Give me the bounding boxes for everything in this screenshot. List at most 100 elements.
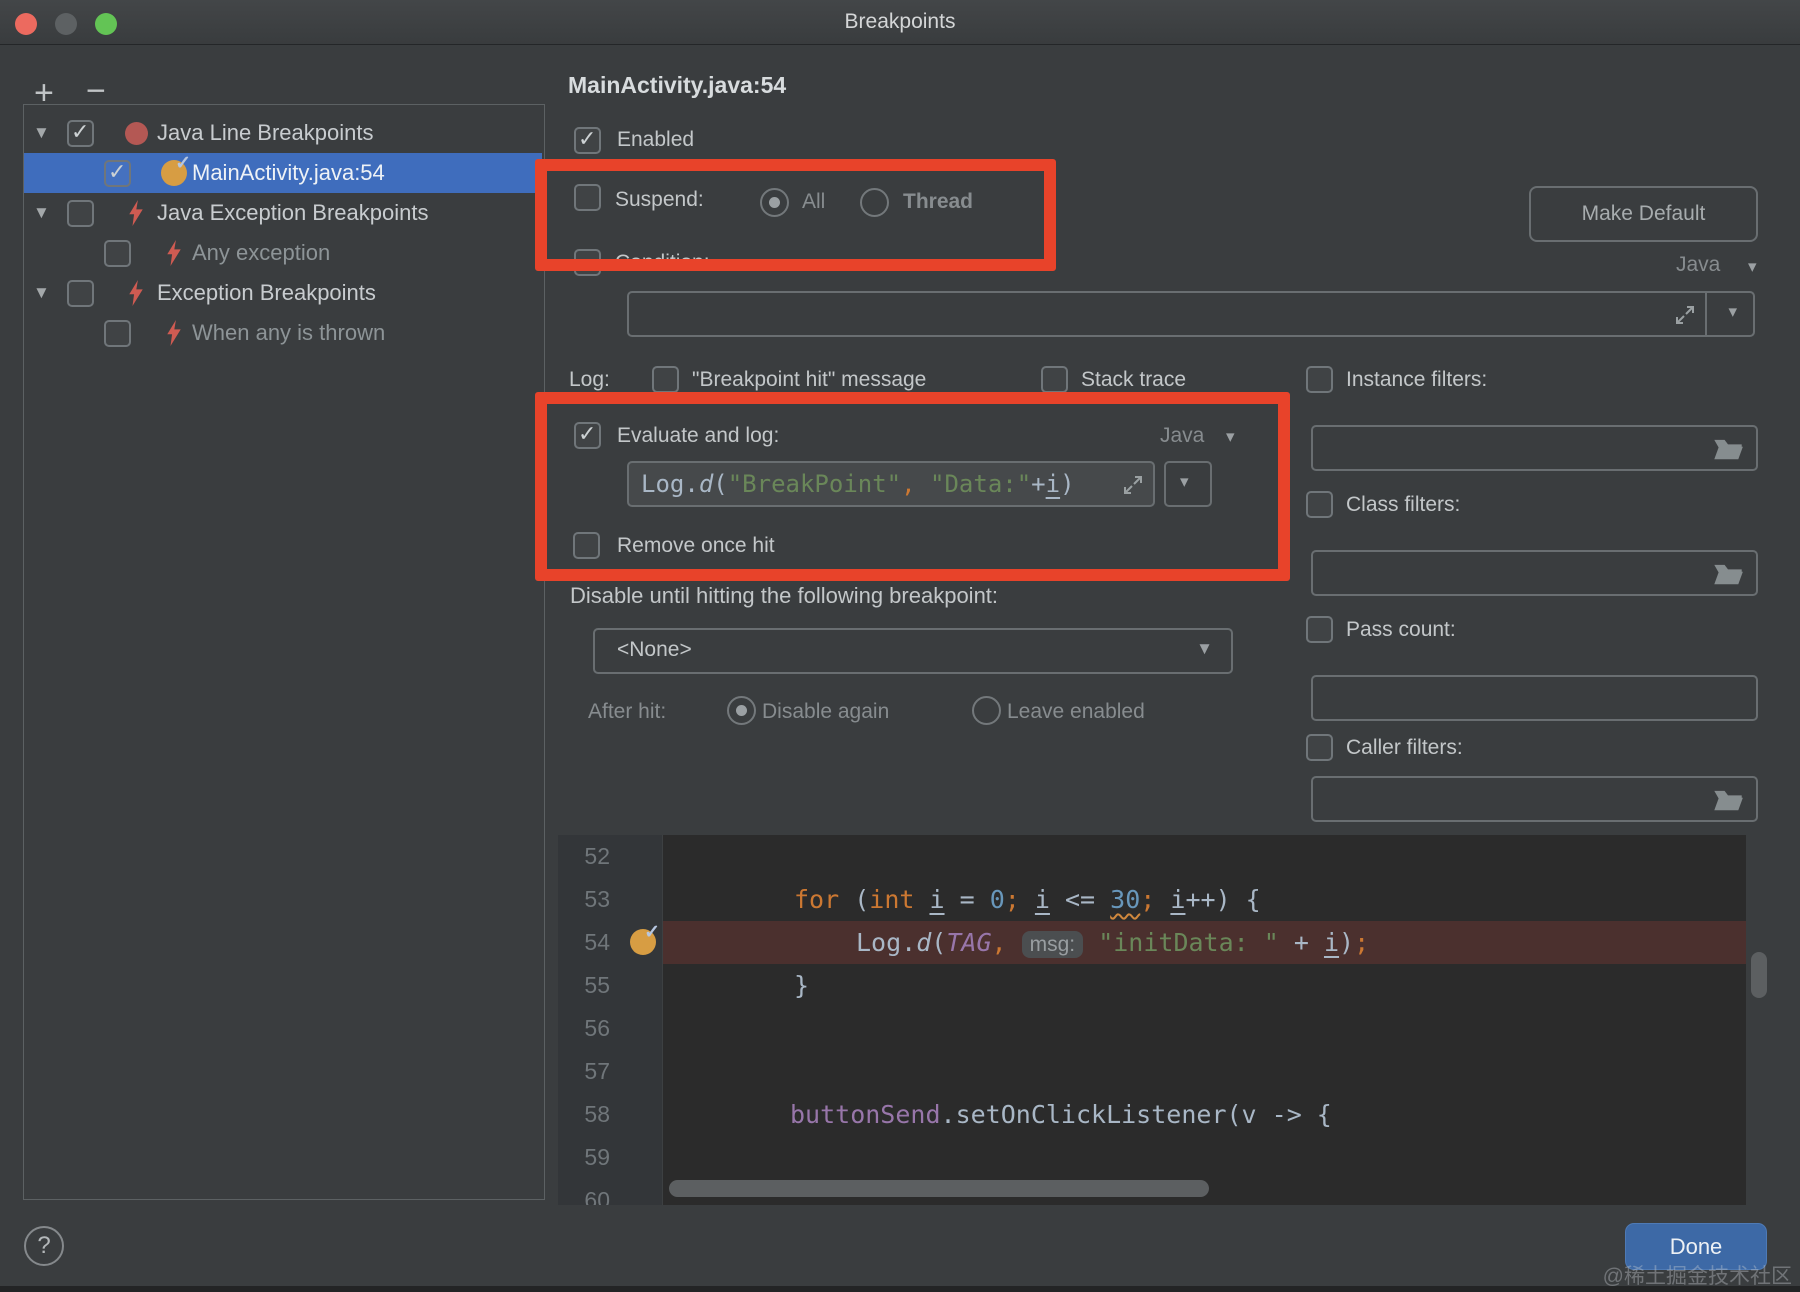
remove-once-hit-checkbox[interactable] bbox=[573, 532, 600, 559]
exception-breakpoint-icon bbox=[166, 320, 182, 346]
condition-input[interactable]: ▾ bbox=[627, 291, 1755, 337]
code-token: ) bbox=[1339, 928, 1354, 957]
code-token: for bbox=[794, 885, 839, 914]
window-bottom-edge bbox=[0, 1286, 1800, 1292]
tree-item-checkbox[interactable] bbox=[67, 200, 94, 227]
line-number: 60 bbox=[566, 1179, 610, 1205]
instance-filters-input[interactable] bbox=[1311, 425, 1758, 471]
evaluate-language-dropdown[interactable]: Java bbox=[1160, 424, 1204, 448]
editor-gutter: 525354555657585960 bbox=[558, 835, 663, 1205]
folder-icon[interactable] bbox=[1712, 435, 1744, 463]
tree-item-checkbox[interactable] bbox=[67, 120, 94, 147]
code-token: i bbox=[1170, 885, 1185, 914]
code-token: int bbox=[869, 885, 914, 914]
suspend-all-radio[interactable] bbox=[760, 188, 789, 217]
expand-editor-icon[interactable] bbox=[1673, 303, 1697, 327]
code-token: . bbox=[901, 928, 916, 957]
leave-enabled-label: Leave enabled bbox=[1007, 700, 1145, 724]
condition-checkbox[interactable] bbox=[574, 249, 601, 276]
tree-item-checkbox[interactable] bbox=[104, 160, 131, 187]
enabled-checkbox[interactable] bbox=[574, 127, 601, 154]
code-token: i bbox=[1046, 470, 1060, 498]
disable-again-radio[interactable] bbox=[727, 696, 756, 725]
stack-trace-checkbox[interactable] bbox=[1041, 366, 1068, 393]
suspend-label: Suspend: bbox=[615, 188, 704, 212]
tree-item-checkbox[interactable] bbox=[104, 320, 131, 347]
suspend-checkbox[interactable] bbox=[574, 184, 601, 211]
folder-icon[interactable] bbox=[1712, 560, 1744, 588]
parameter-hint: msg: bbox=[1022, 931, 1084, 958]
pass-count-label: Pass count: bbox=[1346, 618, 1456, 642]
pass-count-checkbox[interactable] bbox=[1306, 616, 1333, 643]
tree-item-label: Java Exception Breakpoints bbox=[157, 193, 429, 233]
tree-item-mainactivity-java-54[interactable]: MainActivity.java:54 bbox=[24, 153, 542, 193]
field-divider bbox=[1705, 293, 1707, 335]
code-token bbox=[916, 470, 930, 498]
code-token: ( bbox=[931, 928, 946, 957]
remove-breakpoint-button[interactable]: − bbox=[86, 74, 106, 108]
code-token: d bbox=[916, 928, 931, 957]
evaluate-expression-code: Log.d("BreakPoint", "Data:"+i) bbox=[641, 463, 1075, 505]
exception-breakpoint-icon bbox=[128, 200, 144, 226]
code-token: "Data:" bbox=[930, 470, 1031, 498]
stack-trace-label: Stack trace bbox=[1081, 368, 1186, 392]
verified-breakpoint-icon[interactable] bbox=[630, 929, 656, 955]
code-token: <= bbox=[1050, 885, 1110, 914]
tree-item-any-exception[interactable]: Any exception bbox=[24, 233, 542, 273]
instance-filters-checkbox[interactable] bbox=[1306, 366, 1333, 393]
caller-filters-checkbox[interactable] bbox=[1306, 734, 1333, 761]
window-title: Breakpoints bbox=[0, 0, 1800, 44]
class-filters-input[interactable] bbox=[1311, 550, 1758, 596]
evaluate-and-log-checkbox[interactable] bbox=[574, 422, 601, 449]
tree-item-label: Exception Breakpoints bbox=[157, 273, 376, 313]
code-token bbox=[914, 885, 929, 914]
tree-item-label: Java Line Breakpoints bbox=[157, 113, 373, 153]
dropdown-arrow-icon: ▾ bbox=[1180, 472, 1189, 492]
horizontal-scrollbar[interactable] bbox=[669, 1180, 1209, 1197]
folder-icon[interactable] bbox=[1712, 786, 1744, 814]
pass-count-input[interactable] bbox=[1311, 675, 1758, 721]
condition-language-arrow-icon: ▾ bbox=[1748, 257, 1757, 277]
code-line: buttonSend.setOnClickListener(v -> { bbox=[790, 1093, 1332, 1136]
code-token: + bbox=[1031, 470, 1045, 498]
code-token: , bbox=[992, 928, 1007, 957]
code-token: "initData: " bbox=[1098, 928, 1279, 957]
code-token: ; bbox=[1140, 885, 1155, 914]
disable-until-dropdown[interactable]: <None> ▼ bbox=[593, 628, 1233, 674]
code-token bbox=[1020, 885, 1035, 914]
make-default-button[interactable]: Make Default bbox=[1529, 186, 1758, 242]
breakpoint-hit-message-checkbox[interactable] bbox=[652, 366, 679, 393]
breakpoint-title: MainActivity.java:54 bbox=[568, 72, 786, 99]
code-token: ; bbox=[1354, 928, 1369, 957]
tree-item-checkbox[interactable] bbox=[67, 280, 94, 307]
caller-filters-input[interactable] bbox=[1311, 776, 1758, 822]
vertical-scrollbar[interactable] bbox=[1751, 952, 1767, 998]
expand-editor-icon[interactable] bbox=[1121, 473, 1145, 497]
expander-icon: ▼ bbox=[33, 113, 50, 153]
code-token: ++) { bbox=[1185, 885, 1260, 914]
help-button[interactable]: ? bbox=[24, 1226, 64, 1266]
code-token: i bbox=[1324, 928, 1339, 957]
after-hit-label: After hit: bbox=[588, 700, 666, 724]
class-filters-checkbox[interactable] bbox=[1306, 491, 1333, 518]
tree-item-java-exception-breakpoints[interactable]: ▼Java Exception Breakpoints bbox=[24, 193, 542, 233]
condition-history-arrow-icon[interactable]: ▾ bbox=[1728, 302, 1737, 322]
tree-item-checkbox[interactable] bbox=[104, 240, 131, 267]
evaluate-expression-input[interactable]: Log.d("BreakPoint", "Data:"+i) bbox=[627, 461, 1155, 507]
tree-item-when-any-is-thrown[interactable]: When any is thrown bbox=[24, 313, 542, 353]
code-token: + bbox=[1279, 928, 1324, 957]
class-filters-label: Class filters: bbox=[1346, 493, 1460, 517]
suspend-thread-radio[interactable] bbox=[860, 188, 889, 217]
code-token: i bbox=[929, 885, 944, 914]
leave-enabled-radio[interactable] bbox=[972, 696, 1001, 725]
line-number: 54 bbox=[566, 921, 610, 964]
code-token: } bbox=[794, 971, 809, 1000]
code-token: = bbox=[945, 885, 990, 914]
exception-breakpoint-icon bbox=[166, 240, 182, 266]
condition-label: Condition: bbox=[615, 251, 710, 275]
condition-language-dropdown[interactable]: Java bbox=[1676, 253, 1720, 277]
tree-item-exception-breakpoints[interactable]: ▼Exception Breakpoints bbox=[24, 273, 542, 313]
evaluate-history-dropdown-button[interactable]: ▾ bbox=[1164, 461, 1212, 507]
disable-again-label: Disable again bbox=[762, 700, 889, 724]
tree-item-java-line-breakpoints[interactable]: ▼ Java Line Breakpoints bbox=[24, 113, 542, 153]
